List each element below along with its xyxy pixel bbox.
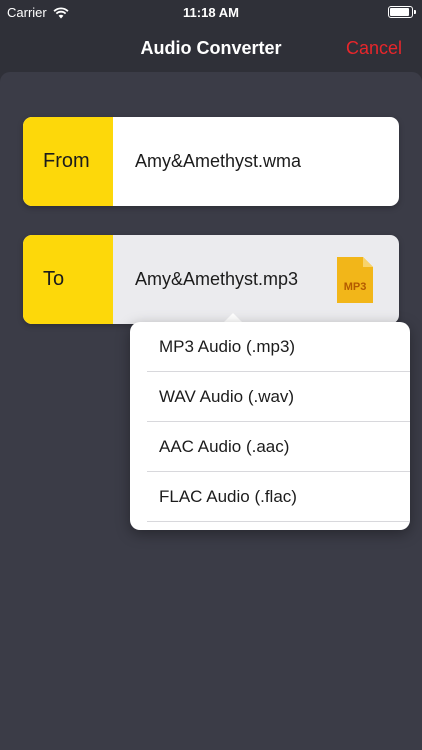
battery-icon [388,6,416,18]
source-file-card[interactable]: From Amy&Amethyst.wma [23,117,399,206]
battery-level [390,8,409,16]
mp3-badge-text: MP3 [344,281,367,293]
source-file-name: Amy&Amethyst.wma [135,151,302,171]
menu-item-wav[interactable]: WAV Audio (.wav) [130,372,410,422]
status-time: 11:18 AM [183,5,239,20]
to-label: To [23,235,113,324]
navigation-bar: Audio Converter Cancel [0,24,422,72]
from-label: From [23,117,113,206]
target-file-card[interactable]: To Amy&Amethyst.mp3 MP3 [23,235,399,324]
format-dropdown: MP3 Audio (.mp3) WAV Audio (.wav) AAC Au… [130,322,410,530]
cancel-button[interactable]: Cancel [346,38,402,59]
menu-item-flac[interactable]: FLAC Audio (.flac) [130,472,410,522]
mp3-file-icon[interactable]: MP3 [337,257,373,303]
audio-converter-screen: Carrier 11:18 AM Audio Converter Cancel … [0,0,422,750]
menu-item-aac[interactable]: AAC Audio (.aac) [130,422,410,472]
menu-item-mp3[interactable]: MP3 Audio (.mp3) [130,322,410,372]
status-bar: Carrier 11:18 AM [0,0,422,24]
